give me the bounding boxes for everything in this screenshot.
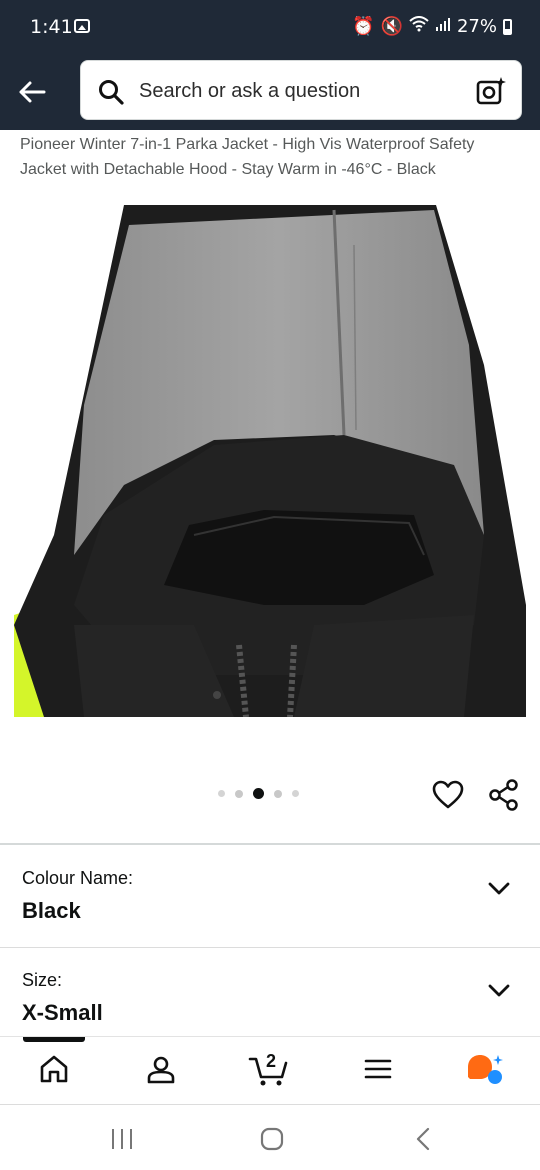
search-icon (97, 78, 125, 111)
chevron-down-icon[interactable] (488, 984, 510, 1003)
account-icon[interactable] (145, 1053, 177, 1090)
cart-count: 2 (266, 1051, 277, 1071)
wifi-icon (409, 16, 429, 37)
home-button-icon[interactable] (260, 1127, 284, 1156)
signal-icon (435, 16, 451, 37)
product-image[interactable] (14, 205, 526, 718)
menu-icon[interactable] (362, 1053, 394, 1090)
colour-label: Colour Name: (22, 868, 134, 888)
pager-dot[interactable] (292, 790, 299, 797)
divider (0, 843, 540, 845)
system-nav-bar (0, 1104, 540, 1170)
share-icon[interactable] (488, 779, 520, 816)
header: Search or ask a question (0, 56, 540, 130)
product-title[interactable]: Pioneer Winter 7-in-1 Parka Jacket - Hig… (20, 132, 520, 182)
image-pager[interactable] (218, 788, 299, 799)
size-value: X-Small (22, 1000, 103, 1025)
status-time: 1:41 (30, 16, 73, 38)
colour-value: Black (22, 898, 81, 923)
search-input[interactable]: Search or ask a question (139, 80, 360, 103)
back-button-icon[interactable] (414, 1127, 432, 1156)
pager-dot-active[interactable] (253, 788, 264, 799)
camera-search-icon[interactable] (475, 75, 507, 112)
status-bar: 1:41 ⏰ 🔇 27% (0, 0, 540, 56)
pager-dot[interactable] (274, 789, 282, 798)
recents-icon[interactable] (110, 1127, 134, 1156)
bottom-nav: 2 (0, 1036, 540, 1104)
rufus-icon[interactable] (466, 1053, 506, 1092)
battery-icon (503, 18, 512, 35)
size-label: Size: (22, 970, 63, 990)
heart-icon[interactable] (432, 780, 464, 815)
alarm-icon: ⏰ (352, 16, 375, 37)
battery-percent: 27% (456, 16, 497, 37)
pager-dot[interactable] (235, 789, 243, 798)
gallery-notification-icon (74, 19, 90, 33)
search-bar[interactable]: Search or ask a question (80, 60, 522, 120)
home-icon[interactable] (38, 1053, 70, 1090)
mute-icon: 🔇 (380, 16, 403, 37)
size-selector[interactable]: Size: X-Small (0, 948, 540, 1048)
chevron-down-icon[interactable] (488, 882, 510, 901)
back-arrow-icon[interactable] (14, 74, 50, 110)
active-tab-indicator (23, 1037, 85, 1042)
status-icons: ⏰ 🔇 27% (352, 16, 512, 37)
pager-dot[interactable] (218, 790, 225, 797)
colour-selector[interactable]: Colour Name: Black (0, 846, 540, 946)
